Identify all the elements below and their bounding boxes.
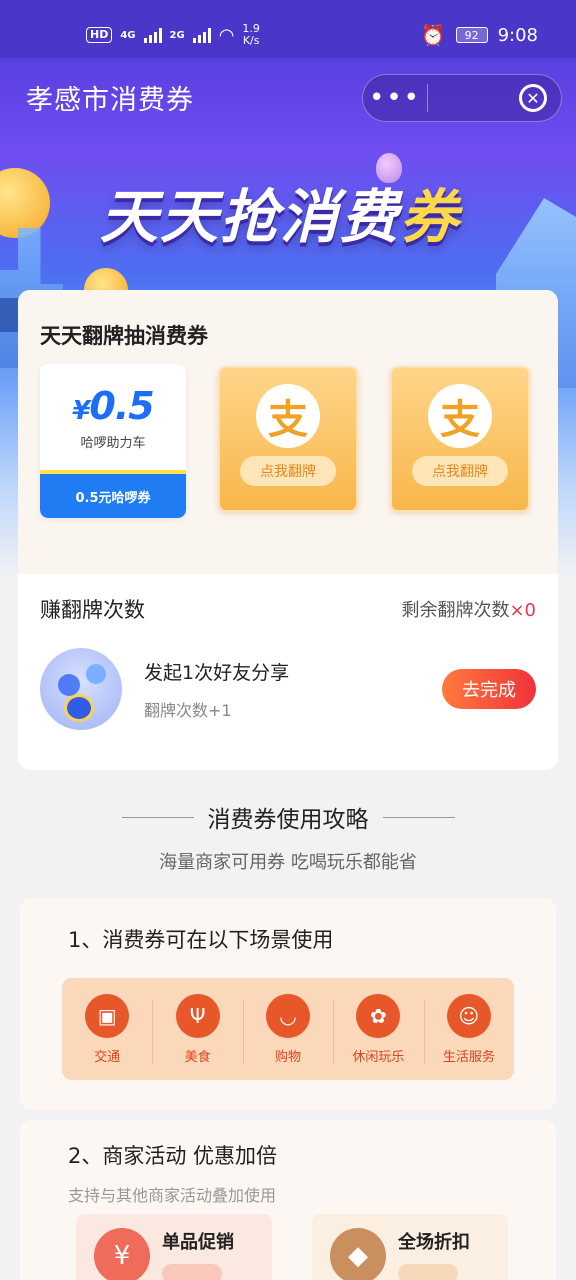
merchant-heading: 2、商家活动 优惠加倍	[68, 1144, 278, 1168]
signal-icon-2	[192, 27, 211, 43]
promo-tag	[162, 1264, 222, 1280]
promo-single-item[interactable]: ¥ 单品促销	[76, 1214, 272, 1280]
earn-flips-section: 赚翻牌次数 剩余翻牌次数×0 发起1次好友分享 翻牌次数+1 去完成	[18, 574, 558, 730]
currency-symbol: ¥	[72, 396, 90, 426]
task-name: 发起1次好友分享	[144, 661, 290, 684]
lottery-card: 天天翻牌抽消费券 ¥0.5 哈啰助力车 0.5元哈啰券 支 点我翻牌 支 点我翻…	[18, 290, 558, 770]
promo-tag	[398, 1264, 458, 1280]
wifi-icon: ◠	[218, 24, 235, 46]
flip-button[interactable]: 点我翻牌	[240, 456, 336, 486]
net-speed-unit: K/s	[242, 34, 260, 47]
remaining-flips: 剩余翻牌次数×0	[401, 596, 536, 622]
scene-life-services[interactable]: ☺ 生活服务	[423, 993, 514, 1065]
promo-label: 全场折扣	[398, 1232, 470, 1253]
task-info: 发起1次好友分享 翻牌次数+1	[144, 658, 442, 721]
banner-text-highlight: 券	[400, 183, 461, 251]
remaining-count: 0	[524, 600, 536, 621]
page-title: 孝感市消费券	[26, 84, 194, 116]
flip-card-2[interactable]: 支 点我翻牌	[390, 366, 530, 512]
battery-level: 92	[464, 28, 479, 42]
divider-right	[382, 816, 455, 818]
remaining-label: 剩余翻牌次数	[401, 600, 510, 621]
merchant-subtitle: 支持与其他商家活动叠加使用	[68, 1186, 277, 1205]
scene-food[interactable]: Ψ 美食	[152, 993, 242, 1065]
lottery-section: 天天翻牌抽消费券 ¥0.5 哈啰助力车 0.5元哈啰券 支 点我翻牌 支 点我翻…	[18, 290, 558, 574]
guide-title: 消费券使用攻略	[207, 807, 369, 833]
scene-label: 休闲玩乐	[352, 1049, 405, 1065]
scenes-card: 1、消费券可在以下场景使用 ▣ 交通 Ψ 美食 ◡ 购物 ✿ 休闲玩乐 ☺ 生活…	[20, 898, 556, 1110]
voucher-merchant: 哈啰助力车	[80, 436, 146, 451]
flip-tiles: ¥0.5 哈啰助力车 0.5元哈啰券 支 点我翻牌 支 点我翻牌	[40, 364, 536, 518]
alipay-logo-icon: 支	[256, 384, 320, 448]
won-voucher[interactable]: ¥0.5 哈啰助力车 0.5元哈啰券	[40, 364, 186, 518]
merchant-card: 2、商家活动 优惠加倍 支持与其他商家活动叠加使用 ¥ 单品促销 ◆ 全场折扣	[20, 1120, 556, 1280]
flip-button[interactable]: 点我翻牌	[412, 456, 508, 486]
alipay-logo-icon: 支	[428, 384, 492, 448]
guide-title-row: 消费券使用攻略	[121, 800, 455, 834]
mini-program-capsule: ••• ✕	[362, 74, 562, 122]
more-icon[interactable]: •••	[363, 85, 427, 111]
bubble-1	[58, 674, 80, 696]
clock: 9:08	[497, 24, 538, 46]
discount-ticket-icon: ¥	[94, 1228, 150, 1280]
earn-title: 赚翻牌次数	[40, 598, 145, 622]
shopping-bag-icon: ◡	[266, 993, 311, 1038]
promo-storewide[interactable]: ◆ 全场折扣	[312, 1214, 508, 1280]
guide-header: 消费券使用攻略 海量商家可用券 吃喝玩乐都能省	[0, 800, 576, 874]
voucher-band: 0.5元哈啰券	[40, 470, 186, 518]
task-row: 发起1次好友分享 翻牌次数+1 去完成	[40, 648, 536, 730]
voucher-value: 0.5	[89, 384, 154, 428]
scene-label: 购物	[275, 1049, 302, 1065]
scene-label: 美食	[184, 1049, 211, 1065]
status-left: HD 4G 2G ◠ 1.9 K/s	[86, 23, 260, 47]
status-right: ⏰ 92 9:08	[421, 23, 538, 47]
voucher-amount: ¥0.5	[40, 384, 186, 428]
remaining-multiplier: ×	[509, 600, 525, 621]
fork-knife-icon: Ψ	[175, 993, 220, 1038]
banner-headline: 天天抢消费券	[100, 170, 460, 254]
guide-subtitle: 海量商家可用券 吃喝玩乐都能省	[159, 852, 417, 873]
alarm-icon: ⏰	[420, 23, 446, 47]
bus-icon: ▣	[85, 993, 130, 1038]
share-task-icon	[40, 648, 122, 730]
scene-shopping[interactable]: ◡ 购物	[242, 993, 333, 1065]
hd-badge: HD	[86, 27, 113, 43]
signal-icon	[143, 27, 162, 43]
scene-label: 交通	[94, 1049, 121, 1065]
earn-header: 赚翻牌次数 剩余翻牌次数×0	[40, 594, 536, 624]
lottery-title: 天天翻牌抽消费券	[40, 324, 208, 348]
scene-leisure[interactable]: ✿ 休闲玩乐	[333, 993, 423, 1065]
bubble-3	[64, 694, 94, 722]
banner-text-main: 天天抢消费	[100, 183, 401, 251]
task-reward: 翻牌次数+1	[144, 700, 232, 720]
promo-label: 单品促销	[162, 1232, 234, 1253]
close-icon[interactable]: ✕	[519, 84, 547, 112]
scene-transport[interactable]: ▣ 交通	[62, 993, 152, 1065]
net-4g-label: 4G	[120, 29, 136, 41]
price-tag-icon: ◆	[330, 1228, 386, 1280]
bubble-2	[86, 664, 106, 684]
film-reel-icon: ✿	[356, 993, 401, 1038]
complete-task-button[interactable]: 去完成	[442, 669, 536, 709]
flip-card-1[interactable]: 支 点我翻牌	[218, 366, 358, 512]
scene-list: ▣ 交通 Ψ 美食 ◡ 购物 ✿ 休闲玩乐 ☺ 生活服务	[62, 978, 514, 1080]
coin-decoration	[0, 168, 50, 238]
divider-left	[121, 816, 194, 818]
scene-label: 生活服务	[442, 1049, 495, 1065]
capsule-divider	[427, 84, 428, 112]
net-speed: 1.9 K/s	[242, 23, 260, 47]
scenes-heading: 1、消费券可在以下场景使用	[68, 928, 334, 952]
net-2g-label: 2G	[169, 29, 185, 41]
smile-icon: ☺	[446, 993, 491, 1038]
battery-icon: 92	[455, 27, 488, 43]
